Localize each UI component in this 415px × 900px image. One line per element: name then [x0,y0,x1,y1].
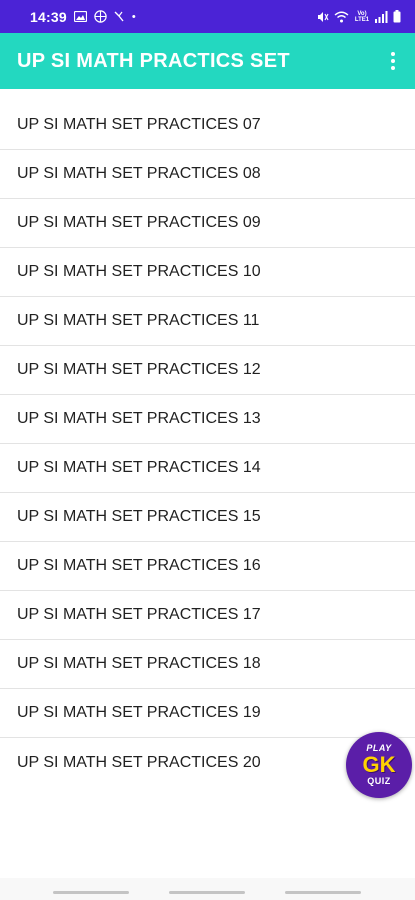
list-item[interactable]: UP SI MATH SET PRACTICES 08 [0,150,415,199]
list-item[interactable]: UP SI MATH SET PRACTICES 19 [0,689,415,738]
practice-set-list: UP SI MATH SET PRACTICES 07 UP SI MATH S… [0,101,415,787]
status-right: Vo) LTE1 [317,10,401,23]
list-item[interactable]: UP SI MATH SET PRACTICES 12 [0,346,415,395]
fab-quiz-label: QUIZ [367,776,391,786]
gallery-icon [73,11,87,22]
nav-handle-left[interactable] [53,891,129,894]
fab-gk-label: GK [362,752,396,777]
basketball-icon [94,10,107,23]
notification-dot: • [131,10,136,23]
play-gk-quiz-button[interactable]: PLAY GK QUIZ [346,732,412,798]
phone-icon [114,11,125,22]
app-title: UP SI MATH PRACTICS SET [17,49,290,72]
status-time: 14:39 [30,8,67,25]
mute-icon [317,11,329,23]
list-item[interactable]: UP SI MATH SET PRACTICES 10 [0,248,415,297]
battery-icon [393,10,401,23]
app-bar: UP SI MATH PRACTICS SET [0,33,415,89]
list-item[interactable]: UP SI MATH SET PRACTICES 15 [0,493,415,542]
list-item[interactable]: UP SI MATH SET PRACTICES 14 [0,444,415,493]
nav-handle-right[interactable] [285,891,361,894]
navigation-bar [0,878,415,900]
wifi-icon [334,11,349,23]
list-item[interactable]: UP SI MATH SET PRACTICES 13 [0,395,415,444]
volte-icon: Vo) LTE1 [354,10,370,23]
list-item[interactable]: UP SI MATH SET PRACTICES 11 [0,297,415,346]
list-item[interactable]: UP SI MATH SET PRACTICES 09 [0,199,415,248]
signal-icon [375,10,388,23]
list-item[interactable]: UP SI MATH SET PRACTICES 18 [0,640,415,689]
list-item[interactable]: UP SI MATH SET PRACTICES 07 [0,101,415,150]
status-bar: 14:39 • Vo) LTE1 [0,0,415,33]
nav-handle-center[interactable] [169,891,245,894]
list-item[interactable]: UP SI MATH SET PRACTICES 16 [0,542,415,591]
status-left: 14:39 • [30,9,136,25]
list-item[interactable]: UP SI MATH SET PRACTICES 17 [0,591,415,640]
more-vert-icon[interactable] [381,47,405,75]
